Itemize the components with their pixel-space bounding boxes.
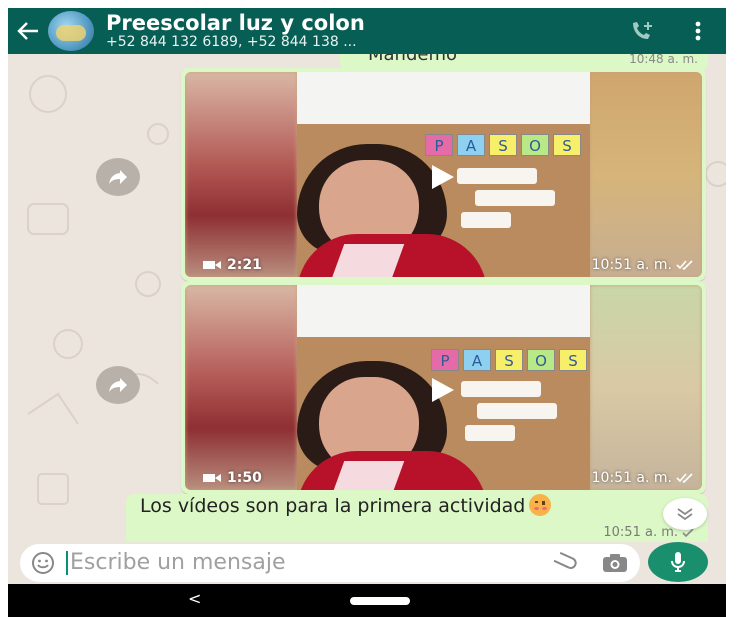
thumbnail-wall (297, 72, 590, 132)
board-letter: S (559, 349, 587, 371)
video-duration: 2:21 (203, 257, 262, 273)
video-thumbnail[interactable]: P A S O S 1:50 10:51 a. m. (185, 285, 702, 490)
attach-button[interactable] (540, 544, 590, 582)
system-home-button[interactable] (350, 597, 410, 605)
more-vert-icon (695, 21, 701, 41)
board-paper (477, 403, 557, 419)
thumbnail-blur-left (185, 72, 297, 277)
forward-icon (109, 378, 127, 392)
emoji-button[interactable] (20, 544, 66, 582)
play-icon (432, 165, 454, 189)
smiling-emoji-icon (529, 494, 552, 516)
paperclip-icon (553, 552, 577, 570)
video-time-text: 10:51 a. m. (591, 257, 672, 273)
voice-message-button[interactable] (648, 542, 708, 582)
videocam-icon (203, 474, 221, 482)
video-thumbnail[interactable]: P A S O S 2:21 10:51 a. m. (185, 72, 702, 277)
play-icon (432, 378, 454, 402)
forward-button[interactable] (96, 158, 140, 196)
video-duration-text: 2:21 (227, 257, 262, 273)
system-navigation-bar: < (8, 584, 726, 617)
board-paper (475, 190, 555, 206)
double-check-icon (676, 260, 693, 270)
message-input[interactable]: Escribe un mensaje (66, 551, 540, 575)
video-message[interactable]: P A S O S 1:50 10:51 a. m. (181, 281, 706, 494)
forward-icon (109, 170, 127, 184)
message-composer: Escribe un mensaje (8, 542, 726, 584)
videocam-icon (203, 261, 221, 269)
board-letter: S (553, 134, 581, 156)
message-text: Los vídeos son para la primera actividad (140, 495, 526, 517)
group-avatar[interactable] (48, 11, 94, 51)
chat-header: Preescolar luz y colon +52 844 132 6189,… (8, 8, 726, 54)
previous-message-time: 10:48 a. m. (629, 54, 698, 66)
camera-icon (603, 554, 627, 572)
video-duration-text: 1:50 (227, 470, 262, 486)
message-time-text: 10:51 a. m. (603, 525, 678, 540)
video-message[interactable]: P A S O S 2:21 10:51 a. m. (181, 68, 706, 281)
text-message[interactable]: Los vídeos son para la primera actividad… (126, 494, 708, 542)
chat-participants: +52 844 132 6189, +52 844 138 ... (106, 33, 357, 50)
previous-message-text: Mandemo (368, 54, 458, 65)
chat-area[interactable]: Mandemo 10:48 a. m. P A S O S 2:21 10:51… (8, 54, 726, 542)
video-time-text: 10:51 a. m. (591, 470, 672, 486)
scroll-to-bottom-button[interactable] (663, 498, 707, 530)
thumbnail-wall (297, 285, 590, 345)
play-button[interactable] (423, 373, 459, 407)
board-letter: S (489, 134, 517, 156)
smiley-icon (32, 552, 54, 574)
add-call-icon (633, 22, 652, 39)
thumbnail-blur-right (590, 285, 702, 490)
double-chevron-down-icon (677, 508, 693, 521)
back-button[interactable] (8, 8, 48, 54)
add-call-button[interactable] (614, 8, 670, 54)
thumbnail-blur-left (185, 285, 297, 490)
board-letter: O (521, 134, 549, 156)
message-input-box[interactable]: Escribe un mensaje (20, 544, 640, 582)
forward-button[interactable] (96, 366, 140, 404)
more-options-button[interactable] (670, 8, 726, 54)
play-button[interactable] (423, 160, 459, 194)
video-timestamp: 10:51 a. m. (592, 257, 694, 273)
chat-title: Preescolar luz y colon (106, 10, 365, 35)
message-text-wrap: Los vídeos son para la primera actividad (140, 494, 560, 518)
microphone-icon (671, 552, 685, 572)
thumbnail-blur-right (590, 72, 702, 277)
camera-button[interactable] (590, 544, 640, 582)
video-duration: 1:50 (203, 470, 262, 486)
video-timestamp: 10:51 a. m. (592, 470, 694, 486)
system-back-button[interactable]: < (188, 589, 201, 608)
board-letter: O (527, 349, 555, 371)
double-check-icon (676, 473, 693, 483)
chat-info[interactable]: Preescolar luz y colon +52 844 132 6189,… (106, 10, 614, 50)
board-letter: S (495, 349, 523, 371)
arrow-left-icon (17, 22, 38, 40)
